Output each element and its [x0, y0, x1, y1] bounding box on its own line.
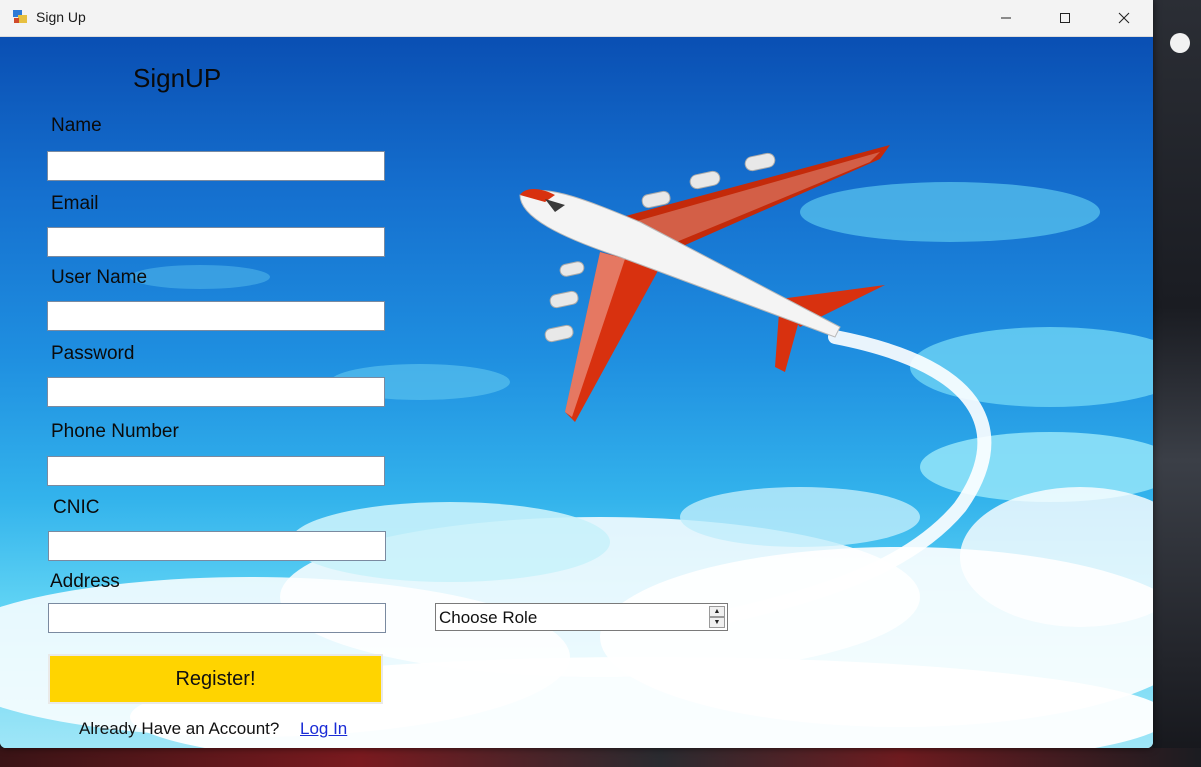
- desktop-background-bottom: [0, 748, 1201, 767]
- role-select-value: Choose Role: [439, 608, 538, 627]
- username-field[interactable]: [47, 301, 385, 331]
- cnic-label: CNIC: [53, 497, 100, 518]
- password-field[interactable]: [47, 377, 385, 407]
- name-field[interactable]: [47, 151, 385, 181]
- form-heading: SignUP: [133, 63, 222, 93]
- register-button[interactable]: Register!: [48, 654, 383, 704]
- window-title: Sign Up: [36, 9, 86, 25]
- maximize-button[interactable]: [1036, 0, 1094, 36]
- desktop-light: [1170, 33, 1190, 53]
- close-button[interactable]: [1095, 0, 1153, 36]
- spin-up-button[interactable]: ▲: [709, 606, 725, 617]
- address-field[interactable]: [48, 603, 386, 633]
- caret-down-icon: ▼: [713, 619, 721, 626]
- airplane-illustration: [519, 145, 890, 422]
- signup-window: Sign Up SignUP Name Email User Name Pass…: [0, 0, 1153, 748]
- title-bar: Sign Up: [0, 0, 1153, 37]
- caret-up-icon: ▲: [713, 608, 721, 615]
- login-link[interactable]: Log In: [300, 719, 347, 739]
- close-icon: [1118, 12, 1130, 24]
- address-label: Address: [50, 571, 120, 592]
- spin-down-button[interactable]: ▼: [709, 617, 725, 628]
- role-spinner: ▲ ▼: [709, 606, 725, 628]
- name-label: Name: [51, 115, 102, 136]
- cnic-field[interactable]: [48, 531, 386, 561]
- minimize-icon: [1001, 17, 1011, 19]
- email-label: Email: [51, 193, 99, 214]
- role-select[interactable]: Choose Role ▲ ▼: [435, 603, 728, 631]
- account-prompt: Already Have an Account?: [79, 719, 280, 738]
- desktop-background: [1153, 0, 1201, 767]
- password-label: Password: [51, 343, 135, 364]
- username-label: User Name: [51, 267, 148, 288]
- app-icon: [13, 10, 27, 23]
- email-field[interactable]: [47, 227, 385, 257]
- phone-field[interactable]: [47, 456, 385, 486]
- maximize-icon: [1060, 13, 1070, 23]
- phone-label: Phone Number: [51, 421, 179, 442]
- minimize-button[interactable]: [977, 0, 1035, 36]
- form-area: SignUP Name Email User Name Password Pho…: [0, 37, 1153, 748]
